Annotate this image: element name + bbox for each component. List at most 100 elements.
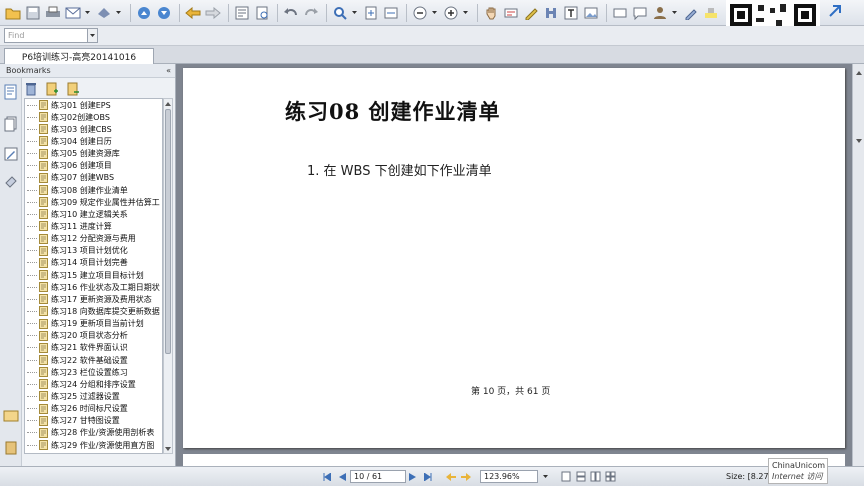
- annotations-tab-icon[interactable]: [3, 146, 19, 162]
- zoom-in-icon[interactable]: [442, 4, 460, 22]
- bookmark-label: 练习06 创建项目: [51, 161, 112, 171]
- bookmark-item[interactable]: 练习16 作业状态及工期日期状: [25, 281, 162, 293]
- back-arrow-icon[interactable]: [444, 470, 458, 483]
- hand-tool-icon[interactable]: [482, 4, 500, 22]
- sign-icon[interactable]: [682, 4, 700, 22]
- continuous-page-icon[interactable]: [574, 470, 588, 483]
- chevron-down-icon[interactable]: [462, 11, 469, 14]
- bookmark-item[interactable]: 练习24 分组和排序设置: [25, 378, 162, 390]
- bookmark-item[interactable]: 练习15 建立项目目标计划: [25, 269, 162, 281]
- chevron-down-icon[interactable]: [84, 11, 91, 14]
- pages-tab-icon[interactable]: [3, 116, 19, 132]
- forward-arrow-icon[interactable]: [204, 4, 222, 22]
- find-text-icon[interactable]: [542, 4, 560, 22]
- bookmark-item[interactable]: 练习22 软件基础设置: [25, 354, 162, 366]
- scroll-up-icon[interactable]: [164, 99, 172, 108]
- highlight-icon[interactable]: [702, 4, 720, 22]
- bookmark-label: 练习18 向数据库提交更新数据: [51, 306, 160, 316]
- redo-icon[interactable]: [302, 4, 320, 22]
- zoom-out-icon[interactable]: [411, 4, 429, 22]
- bookmark-item[interactable]: 练习10 建立逻辑关系: [25, 208, 162, 220]
- email-icon[interactable]: [64, 4, 82, 22]
- single-page-icon[interactable]: [559, 470, 573, 483]
- bookmark-item[interactable]: 练习11 进度计算: [25, 220, 162, 232]
- next-page-icon[interactable]: [155, 4, 173, 22]
- page-number-field[interactable]: 10 / 61: [350, 470, 406, 483]
- user-icon[interactable]: [651, 4, 669, 22]
- page-view-icon[interactable]: [253, 4, 271, 22]
- chevron-down-icon[interactable]: [351, 11, 358, 14]
- bookmark-scrollbar[interactable]: [163, 98, 173, 454]
- zoom-icon[interactable]: [331, 4, 349, 22]
- add-child-bookmark-icon[interactable]: [66, 82, 80, 96]
- find-input[interactable]: Find: [4, 28, 88, 43]
- layers-tab-icon[interactable]: [3, 440, 19, 456]
- back-arrow-icon[interactable]: [184, 4, 202, 22]
- scroll-down-icon[interactable]: [164, 444, 172, 453]
- bookmark-item[interactable]: 练习27 甘特图设置: [25, 415, 162, 427]
- fit-width-icon[interactable]: [382, 4, 400, 22]
- last-page-icon[interactable]: [421, 470, 435, 483]
- bookmark-item[interactable]: 练习05 创建资源库: [25, 148, 162, 160]
- bookmark-item[interactable]: 练习07 创建WBS: [25, 172, 162, 184]
- bookmark-item[interactable]: 练习08 创建作业清单: [25, 184, 162, 196]
- continuous-facing-icon[interactable]: [604, 470, 618, 483]
- bookmark-item[interactable]: 练习01 创建EPS: [25, 99, 162, 111]
- select-text-icon[interactable]: [502, 4, 520, 22]
- delete-bookmark-icon[interactable]: [24, 82, 38, 96]
- next-page-button[interactable]: [406, 470, 420, 483]
- form-field-icon[interactable]: [611, 4, 629, 22]
- document-tab[interactable]: P6培训练习-高亮20141016: [4, 48, 154, 64]
- bookmark-item[interactable]: 练习20 项目状态分析: [25, 330, 162, 342]
- print-icon[interactable]: [44, 4, 62, 22]
- bookmark-item[interactable]: 练习19 更新项目当前计划: [25, 318, 162, 330]
- bookmarks-tab-icon[interactable]: [3, 84, 19, 100]
- previous-page-button[interactable]: [335, 470, 349, 483]
- right-scrollbar[interactable]: [852, 64, 864, 466]
- scanner-icon[interactable]: [95, 4, 113, 22]
- zoom-level-field[interactable]: 123.96%: [480, 470, 538, 483]
- bookmark-item[interactable]: 练习14 项目计划完善: [25, 257, 162, 269]
- image-tool-icon[interactable]: [582, 4, 600, 22]
- attachments-tab-icon[interactable]: [3, 174, 19, 190]
- forward-arrow-icon[interactable]: [459, 470, 473, 483]
- previous-page-icon[interactable]: [135, 4, 153, 22]
- bookmark-item[interactable]: 练习21 软件界面认识: [25, 342, 162, 354]
- signature-tab-icon[interactable]: [3, 408, 19, 424]
- bookmark-item[interactable]: 练习29 作业/资源使用直方图: [25, 439, 162, 451]
- first-page-icon[interactable]: [320, 470, 334, 483]
- snapshot-icon[interactable]: [522, 4, 540, 22]
- bookmark-item[interactable]: 练习02创建OBS: [25, 111, 162, 123]
- bookmark-item[interactable]: 练习23 栏位设置练习: [25, 366, 162, 378]
- bookmark-item[interactable]: 练习18 向数据库提交更新数据: [25, 305, 162, 317]
- comment-icon[interactable]: [631, 4, 649, 22]
- fit-page-icon[interactable]: [362, 4, 380, 22]
- scroll-down-icon[interactable]: [854, 136, 863, 145]
- bookmark-item[interactable]: 练习09 规定作业属性并估算工: [25, 196, 162, 208]
- chevron-down-icon[interactable]: [538, 470, 552, 483]
- chevron-down-icon[interactable]: [88, 28, 98, 43]
- chevron-down-icon[interactable]: [671, 11, 678, 14]
- new-bookmark-icon[interactable]: [45, 82, 59, 96]
- page-layout-icon[interactable]: [233, 4, 251, 22]
- bookmark-item[interactable]: 练习04 创建日历: [25, 135, 162, 147]
- undo-icon[interactable]: [282, 4, 300, 22]
- save-icon[interactable]: [24, 4, 42, 22]
- bookmark-item[interactable]: 练习06 创建项目: [25, 160, 162, 172]
- chevron-down-icon[interactable]: [431, 11, 438, 14]
- expand-arrow-icon[interactable]: [826, 2, 844, 20]
- facing-pages-icon[interactable]: [589, 470, 603, 483]
- text-tool-icon[interactable]: [562, 4, 580, 22]
- bookmark-item[interactable]: 练习12 分配资源与费用: [25, 233, 162, 245]
- collapse-panel-icon[interactable]: «: [166, 66, 171, 75]
- bookmark-item[interactable]: 练习25 过滤器设置: [25, 390, 162, 402]
- chevron-down-icon[interactable]: [115, 11, 122, 14]
- bookmark-item[interactable]: 练习28 作业/资源使用剖析表: [25, 427, 162, 439]
- scrollbar-thumb[interactable]: [165, 109, 171, 354]
- bookmark-item[interactable]: 练习26 时间标尺设置: [25, 403, 162, 415]
- open-folder-icon[interactable]: [4, 4, 22, 22]
- bookmark-item[interactable]: 练习03 创建CBS: [25, 123, 162, 135]
- bookmark-item[interactable]: 练习13 项目计划优化: [25, 245, 162, 257]
- bookmark-item[interactable]: 练习17 更新资源及费用状态: [25, 293, 162, 305]
- scroll-up-icon[interactable]: [854, 68, 863, 77]
